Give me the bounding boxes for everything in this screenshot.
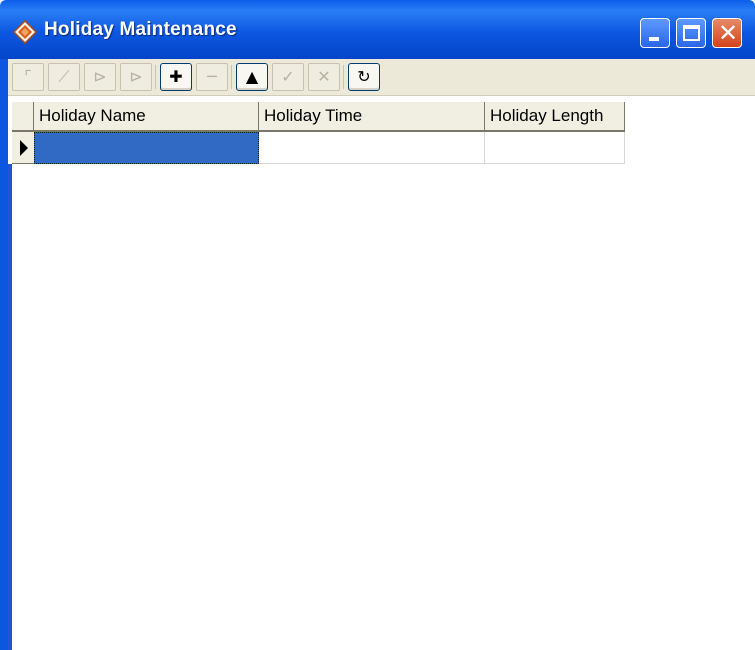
- last-record-icon: ⊳: [129, 67, 143, 86]
- close-icon: ✕: [717, 19, 739, 47]
- grid-left-edge: [8, 164, 12, 650]
- current-row-arrow-icon: [20, 140, 28, 156]
- cancel-button[interactable]: ✕: [308, 63, 340, 91]
- holiday-grid[interactable]: Holiday Name Holiday Time Holiday Length: [8, 96, 755, 650]
- holiday-maintenance-window: Holiday Maintenance ✕ ⌜ ⟋ ⊳ ⊳ ✚ ─ ▲ ✓ ✕ …: [0, 0, 755, 650]
- minus-icon: ─: [207, 67, 217, 86]
- refresh-button[interactable]: ↻: [348, 63, 380, 91]
- cell-holiday-length[interactable]: [485, 132, 625, 164]
- column-header-holiday-length[interactable]: Holiday Length: [485, 102, 625, 132]
- diamond-app-icon: [13, 20, 37, 44]
- maximize-button[interactable]: [676, 18, 706, 48]
- edit-button[interactable]: ▲: [236, 63, 268, 91]
- next-record-button[interactable]: ⊳: [84, 63, 116, 91]
- title-bar[interactable]: Holiday Maintenance ✕: [0, 0, 755, 59]
- toolbar-separator: [343, 65, 344, 89]
- close-button[interactable]: ✕: [712, 18, 742, 48]
- minimize-button[interactable]: [640, 18, 670, 48]
- next-record-icon: ⊳: [93, 67, 107, 86]
- toolbar-separator: [231, 65, 232, 89]
- maximize-icon: [683, 25, 700, 41]
- refresh-icon: ↻: [357, 67, 371, 86]
- minimize-icon: [649, 37, 659, 41]
- cell-holiday-name[interactable]: [34, 132, 259, 164]
- plus-icon: ✚: [169, 67, 183, 86]
- prior-record-button[interactable]: ⟋: [48, 63, 80, 91]
- toolbar-separator: [155, 65, 156, 89]
- post-button[interactable]: ✓: [272, 63, 304, 91]
- window-title: Holiday Maintenance: [44, 19, 237, 40]
- cell-holiday-time[interactable]: [259, 132, 485, 164]
- first-record-button[interactable]: ⌜: [12, 63, 44, 91]
- delete-button[interactable]: ─: [196, 63, 228, 91]
- prior-record-icon: ⟋: [58, 67, 70, 86]
- column-header-holiday-name[interactable]: Holiday Name: [34, 102, 259, 132]
- row-indicator-header: [12, 102, 34, 132]
- last-record-button[interactable]: ⊳: [120, 63, 152, 91]
- navigator-toolbar: ⌜ ⟋ ⊳ ⊳ ✚ ─ ▲ ✓ ✕ ↻: [8, 59, 755, 96]
- first-record-icon: ⌜: [24, 67, 32, 86]
- insert-button[interactable]: ✚: [160, 63, 192, 91]
- window-border-left: [0, 59, 8, 650]
- check-icon: ✓: [281, 67, 295, 86]
- cross-icon: ✕: [317, 67, 331, 86]
- column-header-holiday-time[interactable]: Holiday Time: [259, 102, 485, 132]
- triangle-up-icon: ▲: [245, 67, 259, 86]
